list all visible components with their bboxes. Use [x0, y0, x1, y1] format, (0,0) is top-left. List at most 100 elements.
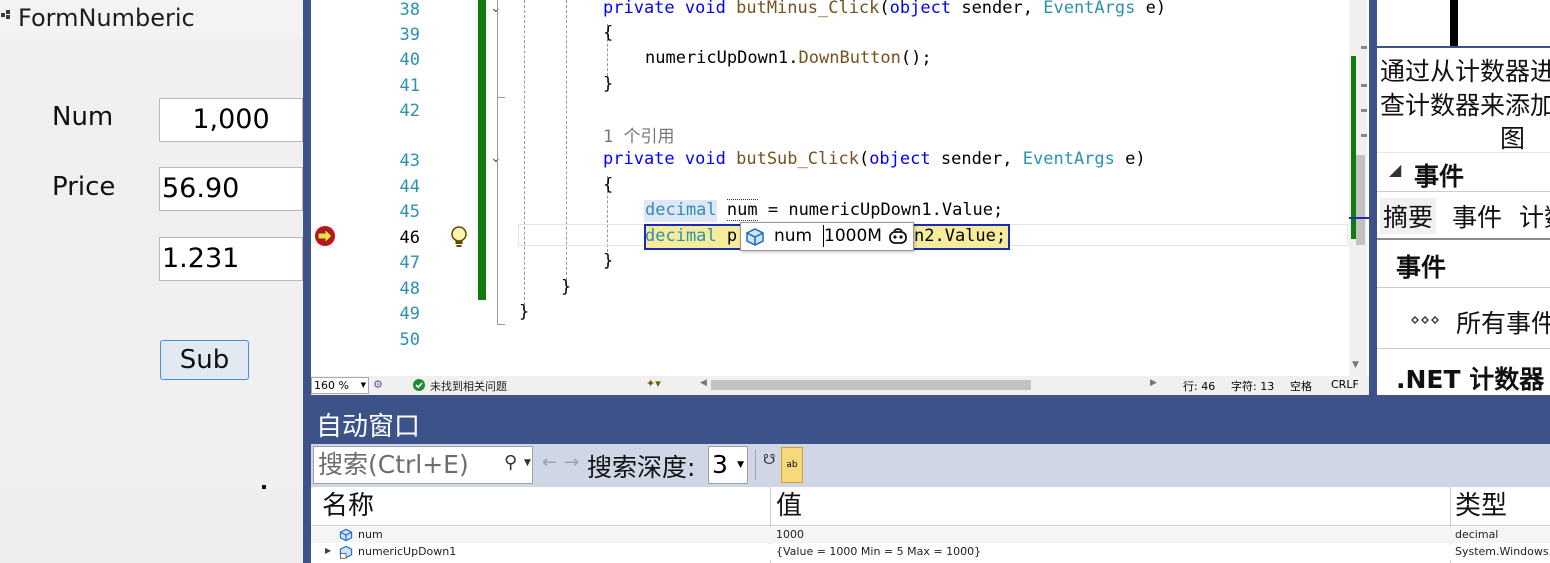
autos-window-title: 自动窗口	[316, 412, 421, 442]
panel-divider	[1377, 46, 1550, 48]
reference-count-lens[interactable]: 1 个引用	[603, 122, 674, 147]
row-value[interactable]: {Value = 1000 Min = 5 Max = 1000}	[776, 545, 981, 558]
eol-indicator[interactable]: CRLF	[1331, 378, 1359, 391]
scrollbar-marker	[1361, 46, 1367, 49]
scrollbar-marker	[1361, 134, 1367, 137]
panel-divider	[1377, 287, 1550, 288]
code-line-46-start[interactable]: decimal p	[645, 226, 737, 246]
scroll-left-arrow-icon[interactable]: ◀	[700, 378, 707, 388]
code-line-40[interactable]: numericUpDown1.DownButton();	[645, 48, 932, 68]
check-icon	[413, 379, 425, 391]
code-line-46-end[interactable]: n2.Value;	[914, 226, 1006, 246]
line-indicator[interactable]: 行: 46	[1183, 378, 1215, 394]
column-header-type[interactable]: 类型	[1455, 487, 1507, 525]
scrollbar-caret-marker	[1349, 217, 1369, 219]
issues-status[interactable]: 未找到相关问题	[430, 378, 507, 394]
line-number: 42	[399, 101, 420, 121]
autos-search-input[interactable]: 搜索(Ctrl+E)	[313, 446, 533, 484]
line-number: 49	[399, 304, 420, 324]
panel-description: 查计数器来添加	[1380, 91, 1550, 120]
all-events-link[interactable]: 所有事件	[1456, 304, 1550, 340]
whitespace-indicator[interactable]: 空格	[1290, 378, 1312, 394]
chevron-down-icon: ▼	[360, 381, 366, 389]
tab-summary[interactable]: 摘要	[1380, 198, 1437, 234]
form-title: FormNumberic	[18, 4, 195, 32]
fold-icon[interactable]: ⌄	[490, 0, 502, 16]
line-number: 44	[399, 177, 420, 197]
row-type: System.Windows.I	[1455, 545, 1550, 558]
window-splitter[interactable]	[303, 395, 1550, 402]
hex-display-toggle[interactable]: ab	[781, 447, 803, 483]
scrollbar-thumb[interactable]	[1356, 155, 1365, 245]
search-depth-value: 3	[712, 450, 728, 479]
intellicode-icon[interactable]: ⚙	[373, 378, 383, 391]
column-header-name[interactable]: 名称	[322, 487, 374, 525]
code-line-43[interactable]: private void butSub_Click(object sender,…	[603, 149, 1146, 169]
form-dot	[262, 485, 266, 489]
tab-events[interactable]: 事件	[1452, 198, 1502, 234]
code-line-39[interactable]: {	[603, 23, 613, 43]
autos-window-header[interactable]	[311, 402, 1550, 444]
code-line-49[interactable]: }	[519, 302, 529, 322]
back-arrow-icon[interactable]: ←	[542, 452, 557, 473]
variable-icon	[746, 228, 764, 246]
sub-button[interactable]: Sub	[160, 340, 249, 380]
breakpoint-arrow-icon[interactable]	[313, 224, 337, 248]
panel-description: 图	[1500, 124, 1526, 153]
outline-line	[497, 0, 498, 325]
code-line-38[interactable]: private void butMinus_Click(object sende…	[603, 0, 1166, 18]
code-line-41[interactable]: }	[603, 74, 613, 94]
table-row[interactable]	[311, 527, 1550, 543]
tab-counters[interactable]: 计数	[1519, 198, 1550, 234]
events-group-title: 事件	[1414, 162, 1465, 191]
panel-description: 通过从计数器进	[1380, 57, 1550, 86]
datatip-value[interactable]: 1000M	[824, 226, 882, 246]
lightbulb-icon[interactable]	[448, 224, 470, 250]
row-type: decimal	[1455, 528, 1499, 541]
char-indicator[interactable]: 字符: 13	[1231, 378, 1274, 394]
row-name: numericUpDown1	[358, 545, 457, 558]
net-counters-title: .NET 计数器	[1396, 365, 1545, 394]
cleanup-brush-icon[interactable]: ✦▾	[646, 377, 661, 390]
header-divider	[311, 525, 1550, 526]
line-number: 43	[399, 151, 420, 171]
scroll-down-arrow-icon[interactable]: ▼	[1352, 360, 1359, 370]
code-line-45[interactable]: decimal num = numericUpDown1.Value;	[645, 199, 1003, 221]
events-group-header[interactable]: ◢ 事件	[1377, 152, 1550, 192]
variable-icon	[339, 528, 353, 542]
code-line-44[interactable]: {	[603, 175, 613, 195]
zoom-dropdown[interactable]: 160 % ▼	[311, 377, 369, 394]
line-number: 47	[399, 253, 420, 273]
code-line-47[interactable]: }	[603, 251, 613, 271]
column-header-value[interactable]: 值	[776, 487, 802, 525]
fold-icon[interactable]: ⌄	[490, 150, 502, 166]
panel-splitter[interactable]	[1369, 0, 1377, 395]
third-input[interactable]: 1.231	[159, 237, 303, 281]
outline-tick	[497, 324, 505, 325]
collapse-triangle-icon: ◢	[1389, 160, 1402, 179]
window-left-border	[303, 395, 311, 563]
debug-datatip[interactable]: num 1000M	[740, 222, 914, 251]
line-number: 50	[399, 330, 420, 350]
expand-icon[interactable]: ▶	[325, 546, 331, 555]
num-updown-input[interactable]: 1,000	[159, 98, 303, 142]
copilot-icon[interactable]	[888, 227, 908, 247]
line-number: 40	[399, 50, 420, 70]
outline-tick	[497, 97, 505, 98]
change-tracking-bar	[478, 0, 486, 300]
chevron-down-icon[interactable]: ▼	[524, 458, 531, 468]
line-number: 39	[399, 25, 420, 45]
search-icon[interactable]: ⚲	[504, 452, 517, 473]
pin-icon[interactable]: ☋	[763, 452, 775, 468]
line-number-current: 46	[399, 228, 420, 248]
search-depth-select[interactable]: 3 ▼	[708, 446, 748, 484]
horizontal-scrollbar-thumb[interactable]	[711, 380, 1031, 390]
price-input[interactable]: 56.90	[159, 167, 303, 211]
structure-guide	[524, 0, 525, 310]
row-name: num	[358, 528, 383, 541]
row-value[interactable]: 1000	[776, 528, 804, 541]
scroll-right-arrow-icon[interactable]: ▶	[1150, 378, 1157, 388]
code-line-48[interactable]: }	[561, 277, 571, 297]
form-backdrop	[0, 490, 303, 563]
forward-arrow-icon[interactable]: →	[564, 452, 579, 473]
